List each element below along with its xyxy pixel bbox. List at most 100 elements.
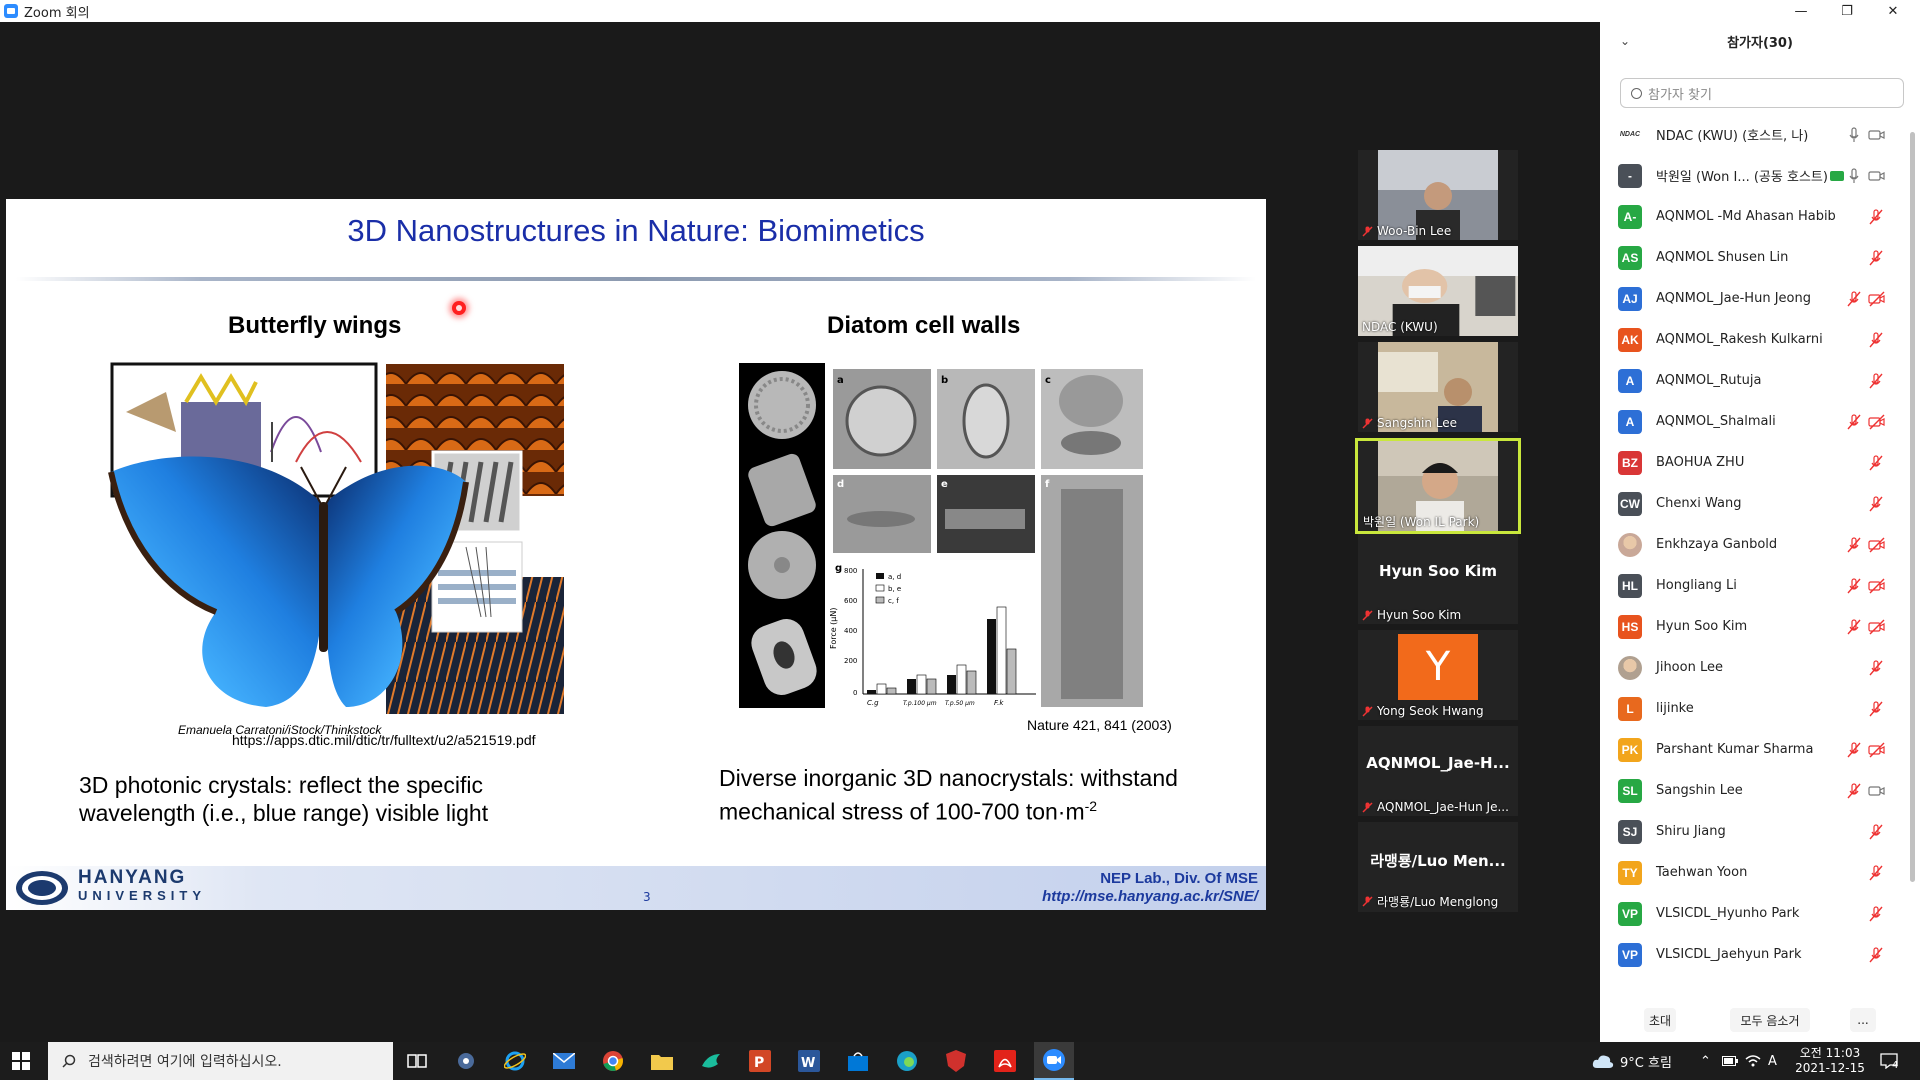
mic-muted-icon[interactable] (1846, 577, 1862, 594)
battery-icon[interactable] (1722, 1042, 1738, 1080)
participant-row[interactable]: AJ AQNMOL_Jae-Hun Jeong (1600, 278, 1910, 319)
mail-icon[interactable] (550, 1047, 578, 1075)
windows-start-icon[interactable] (12, 1052, 30, 1070)
university-name: HANYANG (78, 867, 187, 888)
title-bar: Zoom 회의 — ❐ ✕ (0, 0, 1920, 22)
network-app-icon[interactable] (452, 1047, 480, 1075)
mic-muted-icon[interactable] (1846, 290, 1862, 307)
mic-muted-icon[interactable] (1846, 413, 1862, 430)
participant-list-scrollbar[interactable] (1910, 132, 1915, 1012)
video-tile[interactable]: Sangshin Lee (1358, 342, 1518, 432)
participant-initial-avatar: Y (1398, 634, 1478, 700)
mic-muted-icon[interactable] (1868, 700, 1884, 717)
mic-muted-icon[interactable] (1846, 618, 1862, 635)
camera-off-icon[interactable] (1868, 537, 1886, 553)
acrobat-icon[interactable] (991, 1047, 1019, 1075)
mic-muted-icon[interactable] (1868, 905, 1884, 922)
participant-row[interactable]: PK Parshant Kumar Sharma (1600, 729, 1910, 770)
mic-muted-icon[interactable] (1846, 741, 1862, 758)
camera-on-icon[interactable] (1868, 127, 1886, 143)
participant-row[interactable]: Jihoon Lee (1600, 647, 1910, 688)
powerpoint-icon[interactable]: P (746, 1047, 774, 1075)
clock-date: 2021-12-15 (1795, 1061, 1865, 1075)
participant-row[interactable]: HS Hyun Soo Kim (1600, 606, 1910, 647)
edge-icon[interactable] (893, 1047, 921, 1075)
mic-muted-icon[interactable] (1868, 208, 1884, 225)
mic-muted-icon[interactable] (1868, 372, 1884, 389)
mic-muted-icon[interactable] (1868, 454, 1884, 471)
participant-row[interactable]: SJ Shiru Jiang (1600, 811, 1910, 852)
taskbar-search-box[interactable]: 검색하려면 여기에 입력하십시오. (48, 1042, 393, 1080)
ime-indicator[interactable]: A (1768, 1042, 1777, 1080)
weather-widget[interactable]: 9°C 흐림 (1592, 1042, 1672, 1080)
mic-muted-icon[interactable] (1868, 331, 1884, 348)
shared-screen-slide[interactable]: 3D Nanostructures in Nature: Biomimetics… (6, 199, 1266, 910)
participant-row[interactable]: SL Sangshin Lee (1600, 770, 1910, 811)
notification-center-icon[interactable]: 4 (1880, 1042, 1898, 1080)
participant-row[interactable]: Llijinke (1600, 688, 1910, 729)
participant-row[interactable]: HL Hongliang Li (1600, 565, 1910, 606)
restore-button[interactable]: ❐ (1824, 0, 1870, 22)
mic-muted-icon[interactable] (1868, 249, 1884, 266)
video-tile[interactable]: AQNMOL_Jae-H... AQNMOL_Jae-Hun Je... (1358, 726, 1518, 816)
mic-muted-icon[interactable] (1846, 782, 1862, 799)
store-icon[interactable] (844, 1047, 872, 1075)
participant-row[interactable]: A AQNMOL_Shalmali (1600, 401, 1910, 442)
participant-row[interactable]: BZ BAOHUA ZHU (1600, 442, 1910, 483)
mic-muted-icon[interactable] (1846, 536, 1862, 553)
file-explorer-icon[interactable] (648, 1047, 676, 1075)
mute-all-button[interactable]: 모두 음소거 (1730, 1008, 1810, 1032)
shield-app-icon[interactable] (942, 1047, 970, 1075)
participant-row[interactable]: VP VLSICDL_Hyunho Park (1600, 893, 1910, 934)
clock[interactable]: 오전 11:03 2021-12-15 (1790, 1042, 1870, 1080)
mic-on-icon[interactable] (1846, 167, 1862, 184)
participant-search-input[interactable]: 참가자 찾기 (1620, 78, 1904, 108)
chrome-icon[interactable] (599, 1047, 627, 1075)
participant-row[interactable]: - 박원일 (Won I... (공동 호스트) (1600, 155, 1910, 196)
camera-off-icon[interactable] (1868, 742, 1886, 758)
svg-text:200: 200 (844, 657, 857, 665)
zoom-taskbar-icon[interactable] (1034, 1042, 1074, 1080)
video-tile[interactable]: 라맹룡/Luo Men... 라맹룡/Luo Menglong (1358, 822, 1518, 912)
wifi-icon[interactable] (1745, 1042, 1761, 1080)
camera-off-icon[interactable] (1868, 619, 1886, 635)
mic-muted-icon[interactable] (1868, 864, 1884, 881)
participant-row[interactable]: AK AQNMOL_Rakesh Kulkarni (1600, 319, 1910, 360)
internet-explorer-icon[interactable] (501, 1047, 529, 1075)
invite-button[interactable]: 초대 (1644, 1008, 1676, 1032)
more-options-button[interactable]: ... (1850, 1008, 1876, 1032)
word-icon[interactable]: W (795, 1047, 823, 1075)
show-hidden-icons-chevron-icon[interactable]: ⌃ (1700, 1042, 1711, 1080)
mic-muted-icon[interactable] (1868, 946, 1884, 963)
participant-row[interactable]: VP VLSICDL_Jaehyun Park (1600, 934, 1910, 975)
video-tile[interactable]: NDAC (KWU) (1358, 246, 1518, 336)
camera-off-icon[interactable] (1868, 414, 1886, 430)
participant-row[interactable]: CW Chenxi Wang (1600, 483, 1910, 524)
camera-off-icon[interactable] (1868, 578, 1886, 594)
mic-on-icon[interactable] (1846, 126, 1862, 143)
video-tile[interactable]: Woo-Bin Lee (1358, 150, 1518, 240)
camera-on-icon[interactable] (1868, 783, 1886, 799)
participant-name: AQNMOL_Rakesh Kulkarni (1656, 332, 1823, 347)
participant-row[interactable]: A AQNMOL_Rutuja (1600, 360, 1910, 401)
participant-row[interactable]: Enkhzaya Ganbold (1600, 524, 1910, 565)
video-tile[interactable]: Y Yong Seok Hwang (1358, 630, 1518, 720)
participant-row[interactable]: NDAC NDAC (KWU) (호스트, 나) (1600, 114, 1910, 155)
mic-muted-icon[interactable] (1868, 823, 1884, 840)
close-button[interactable]: ✕ (1870, 0, 1916, 22)
teal-bird-app-icon[interactable] (697, 1047, 725, 1075)
scrollbar-thumb[interactable] (1910, 132, 1915, 882)
mic-muted-icon[interactable] (1868, 659, 1884, 676)
participant-list[interactable]: NDAC NDAC (KWU) (호스트, 나) - 박원일 (Won I... (공… (1600, 114, 1910, 1004)
panel-label-b: b (941, 375, 948, 386)
active-speaker-tile[interactable]: 박원일 (Won IL Park) (1355, 438, 1521, 534)
participant-row[interactable]: TY Taehwan Yoon (1600, 852, 1910, 893)
minimize-button[interactable]: — (1778, 0, 1824, 22)
camera-off-icon[interactable] (1868, 291, 1886, 307)
participant-row[interactable]: A- AQNMOL -Md Ahasan Habib (1600, 196, 1910, 237)
mic-muted-icon[interactable] (1868, 495, 1884, 512)
task-view-icon[interactable] (403, 1047, 431, 1075)
camera-on-icon[interactable] (1868, 168, 1886, 184)
video-tile[interactable]: Hyun Soo Kim Hyun Soo Kim (1358, 534, 1518, 624)
participant-row[interactable]: AS AQNMOL Shusen Lin (1600, 237, 1910, 278)
